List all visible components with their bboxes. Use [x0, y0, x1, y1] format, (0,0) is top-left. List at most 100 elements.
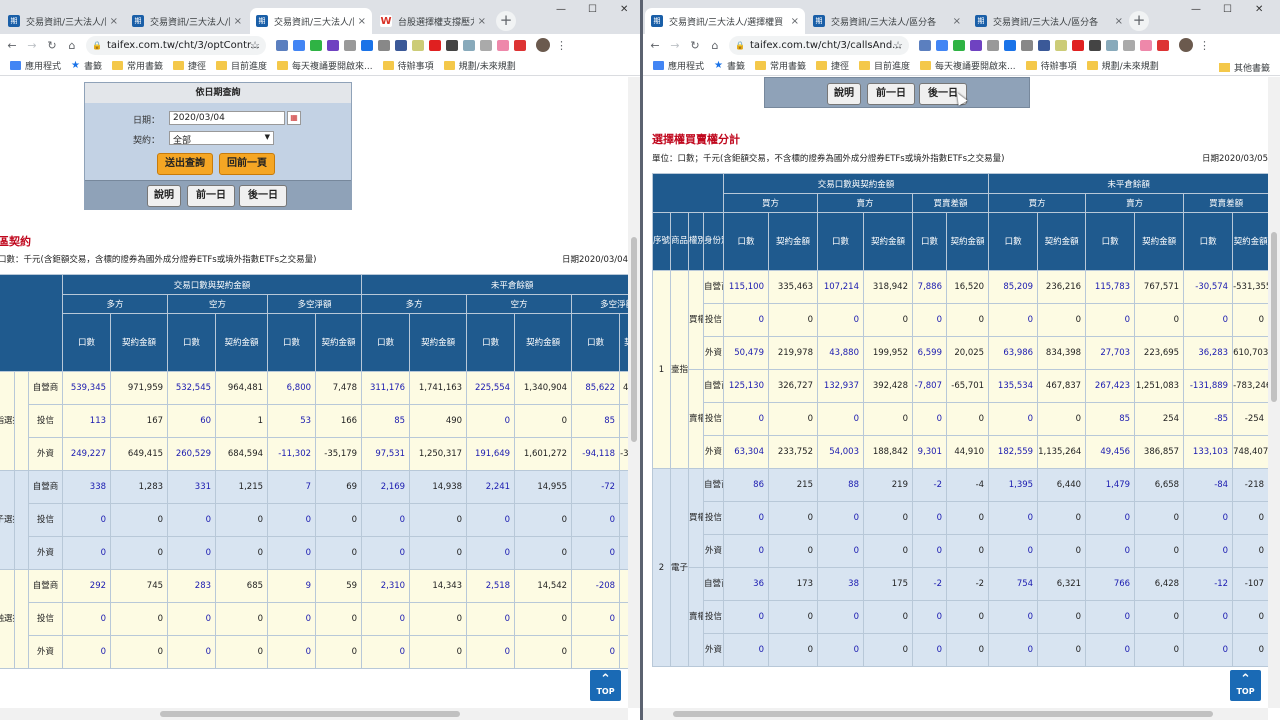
volume-link[interactable]: 125,130: [723, 369, 769, 403]
browser-tab[interactable]: 期交易資訊/三大法人/區 ×: [2, 8, 124, 34]
volume-link[interactable]: 0: [817, 633, 864, 667]
volume-link[interactable]: 0: [723, 303, 769, 337]
close-window-button[interactable]: ✕: [1255, 4, 1263, 15]
volume-link[interactable]: 0: [912, 501, 947, 535]
volume-link[interactable]: 0: [466, 602, 516, 636]
extension-icon[interactable]: [953, 39, 965, 51]
home-icon[interactable]: ⌂: [64, 39, 80, 52]
extension-icon[interactable]: [1055, 39, 1067, 51]
extension-icon[interactable]: [463, 39, 475, 51]
volume-link[interactable]: 0: [988, 534, 1039, 568]
volume-link[interactable]: 0: [466, 635, 516, 669]
extension-icon[interactable]: [344, 39, 356, 51]
extension-icon[interactable]: [310, 39, 322, 51]
extension-icon[interactable]: [276, 39, 288, 51]
contract-select[interactable]: 全部 ▼: [169, 131, 274, 146]
extension-icon[interactable]: [514, 39, 526, 51]
minimize-button[interactable]: —: [1191, 4, 1201, 15]
volume-link[interactable]: -11,302: [267, 437, 317, 471]
volume-link[interactable]: 0: [988, 600, 1039, 634]
volume-link[interactable]: -94,118: [571, 437, 621, 471]
volume-link[interactable]: 97,531: [361, 437, 411, 471]
volume-link[interactable]: 9: [267, 569, 317, 603]
volume-link[interactable]: 754: [988, 567, 1039, 601]
volume-link[interactable]: 292: [62, 569, 112, 603]
volume-link[interactable]: 0: [1085, 303, 1136, 337]
bookmark-star-icon[interactable]: ☆: [250, 39, 260, 52]
extension-icon[interactable]: [936, 39, 948, 51]
back-arrow-icon[interactable]: ←: [647, 39, 663, 52]
volume-link[interactable]: 766: [1085, 567, 1136, 601]
volume-link[interactable]: 60: [167, 404, 217, 438]
volume-link[interactable]: 0: [723, 501, 769, 535]
extension-icon[interactable]: [361, 39, 373, 51]
extension-icon[interactable]: [480, 39, 492, 51]
extension-icon[interactable]: [497, 39, 509, 51]
volume-link[interactable]: -2: [912, 567, 947, 601]
volume-link[interactable]: 6,599: [912, 336, 947, 370]
volume-link[interactable]: 331: [167, 470, 217, 504]
extension-icon[interactable]: [1123, 39, 1135, 51]
volume-link[interactable]: 107,214: [817, 270, 864, 304]
tab-close-icon[interactable]: ×: [358, 16, 366, 27]
extension-icon[interactable]: [446, 39, 458, 51]
date-input[interactable]: 2020/03/04: [169, 111, 285, 125]
bookmark-item[interactable]: 目前進度: [859, 59, 910, 72]
horizontal-scrollbar[interactable]: [0, 708, 628, 720]
reload-icon[interactable]: ↻: [44, 39, 60, 52]
volume-link[interactable]: 132,937: [817, 369, 864, 403]
volume-link[interactable]: 0: [817, 402, 864, 436]
address-bar[interactable]: 🔒 taifex.com.tw/cht/3/callsAnd... ☆: [729, 35, 909, 55]
volume-link[interactable]: 63,986: [988, 336, 1039, 370]
volume-link[interactable]: 1,479: [1085, 468, 1136, 502]
tab-close-icon[interactable]: ×: [953, 16, 961, 27]
volume-link[interactable]: 0: [817, 303, 864, 337]
volume-link[interactable]: 182,559: [988, 435, 1039, 469]
volume-link[interactable]: 0: [1183, 303, 1234, 337]
volume-link[interactable]: 115,783: [1085, 270, 1136, 304]
volume-link[interactable]: 38: [817, 567, 864, 601]
extension-icon[interactable]: [1140, 39, 1152, 51]
scroll-thumb[interactable]: [673, 711, 1213, 717]
profile-avatar[interactable]: [536, 38, 550, 52]
volume-link[interactable]: 6,800: [267, 371, 317, 405]
volume-link[interactable]: 191,649: [466, 437, 516, 471]
forward-arrow-icon[interactable]: →: [24, 39, 40, 52]
bookmark-item[interactable]: 待辦事項: [1025, 59, 1077, 72]
horizontal-scrollbar[interactable]: [643, 708, 1268, 720]
volume-link[interactable]: 54,003: [817, 435, 864, 469]
bookmark-item[interactable]: 應用程式: [10, 59, 61, 72]
tab-close-icon[interactable]: ×: [478, 16, 486, 27]
browser-tab[interactable]: 期交易資訊/三大法人/區分各 ×: [807, 8, 967, 34]
volume-link[interactable]: 7: [267, 470, 317, 504]
volume-link[interactable]: 0: [267, 635, 317, 669]
extension-icon[interactable]: [970, 39, 982, 51]
volume-link[interactable]: 0: [361, 536, 411, 570]
volume-link[interactable]: 0: [167, 503, 217, 537]
bookmark-item[interactable]: 規劃/未來規劃: [443, 59, 516, 72]
volume-link[interactable]: -7,807: [912, 369, 947, 403]
volume-link[interactable]: 1,395: [988, 468, 1039, 502]
volume-link[interactable]: 0: [723, 534, 769, 568]
volume-link[interactable]: 0: [912, 600, 947, 634]
volume-link[interactable]: 338: [62, 470, 112, 504]
volume-link[interactable]: 0: [167, 602, 217, 636]
volume-link[interactable]: 0: [1183, 534, 1234, 568]
volume-link[interactable]: 85: [571, 404, 621, 438]
browser-tab[interactable]: 期交易資訊/三大法人/區 ×: [126, 8, 248, 34]
bookmark-item[interactable]: 常用書籤: [112, 59, 163, 72]
bookmark-item[interactable]: ★ 書籤: [71, 59, 102, 72]
volume-link[interactable]: 0: [267, 602, 317, 636]
volume-link[interactable]: 0: [167, 536, 217, 570]
volume-link[interactable]: 0: [988, 303, 1039, 337]
volume-link[interactable]: 115,100: [723, 270, 769, 304]
volume-link[interactable]: 283: [167, 569, 217, 603]
volume-link[interactable]: 0: [912, 633, 947, 667]
new-tab-button[interactable]: +: [1129, 11, 1149, 31]
extension-icon[interactable]: [429, 39, 441, 51]
volume-link[interactable]: -131,889: [1183, 369, 1234, 403]
volume-link[interactable]: 2,518: [466, 569, 516, 603]
address-bar[interactable]: 🔒 taifex.com.tw/cht/3/optContr... ☆: [86, 35, 266, 55]
volume-link[interactable]: 0: [267, 503, 317, 537]
volume-link[interactable]: 85: [361, 404, 411, 438]
